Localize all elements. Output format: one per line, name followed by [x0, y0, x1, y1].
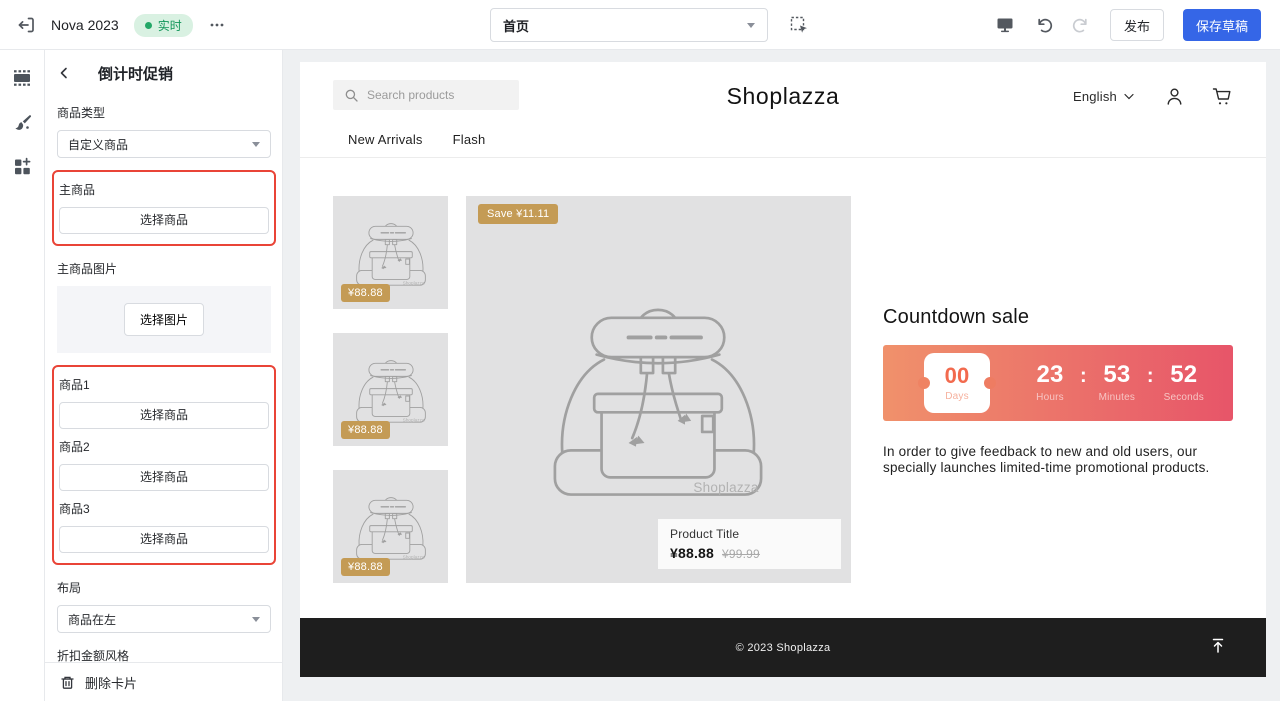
product-type-value: 自定义商品 [68, 136, 128, 153]
language-selector[interactable]: English [1073, 89, 1134, 104]
countdown-days-ticket: 00 Days [924, 353, 990, 413]
trash-icon [60, 675, 75, 690]
caret-down-icon [252, 617, 260, 622]
back-to-top-icon[interactable] [1210, 637, 1226, 659]
countdown-minutes-label: Minutes [1087, 392, 1147, 403]
countdown-heading: Countdown sale [883, 306, 1233, 329]
countdown-sale-section: ¥88.88 ¥88.88 ¥88.88 Save ¥11.11 [300, 158, 1266, 583]
product-thumbnail[interactable]: ¥88.88 [333, 333, 448, 446]
editor-rail [0, 50, 45, 701]
product-thumbnail[interactable]: ¥88.88 [333, 470, 448, 583]
countdown-timer: 23 Hours : 53 Minutes : 52 Secon [1020, 363, 1214, 403]
countdown-seconds-value: 52 [1154, 363, 1214, 387]
exit-editor-icon[interactable] [16, 15, 36, 35]
main-product-highlight: 主商品 选择商品 [52, 170, 276, 246]
countdown-banner: 00 Days 23 Hours : 53 Minutes [883, 345, 1233, 421]
page-selector-value: 首页 [503, 16, 529, 35]
layout-value: 商品在左 [68, 611, 116, 628]
undo-icon[interactable] [1034, 16, 1053, 35]
select-product-2-button[interactable]: 选择商品 [59, 464, 269, 491]
layout-label: 布局 [57, 579, 271, 596]
publish-button[interactable]: 发布 [1110, 9, 1164, 41]
product-3-label: 商品3 [59, 500, 269, 517]
select-image-button[interactable]: 选择图片 [124, 303, 204, 336]
countdown-minutes-value: 53 [1087, 363, 1147, 387]
chevron-down-icon [1124, 93, 1134, 100]
countdown-column: Countdown sale 00 Days 23 Hours : [883, 196, 1233, 583]
sections-icon[interactable] [11, 67, 33, 89]
main-image-label: 主商品图片 [57, 260, 271, 277]
redo-icon[interactable] [1072, 16, 1091, 35]
price-badge: ¥88.88 [341, 284, 390, 302]
countdown-description: In order to give feedback to new and old… [883, 444, 1233, 477]
save-badge: Save ¥11.11 [478, 204, 558, 224]
product-info-card: Product Title ¥88.88 ¥99.99 [658, 519, 841, 569]
copyright-text: © 2023 Shoplazza [736, 642, 831, 654]
countdown-hours-value: 23 [1020, 363, 1080, 387]
price-badge: ¥88.88 [341, 421, 390, 439]
product-thumbnail[interactable]: ¥88.88 [333, 196, 448, 309]
live-status-badge: 实时 [134, 14, 193, 37]
main-product-image[interactable]: Save ¥11.11 Product Title ¥88.88 ¥99.99 [466, 196, 851, 583]
caret-down-icon [747, 23, 755, 28]
backpack-placeholder-image [346, 479, 436, 569]
storefront-header: Shoplazza English [300, 62, 1266, 158]
theme-name: Nova 2023 [51, 17, 119, 33]
store-nav: New Arrivals Flash [348, 132, 485, 147]
layout-select[interactable]: 商品在左 [57, 605, 271, 633]
thumbnail-column: ¥88.88 ¥88.88 ¥88.88 [333, 196, 448, 583]
select-product-1-button[interactable]: 选择商品 [59, 402, 269, 429]
countdown-hours-label: Hours [1020, 392, 1080, 403]
countdown-separator: : [1147, 365, 1154, 388]
panel-title: 倒计时促销 [98, 63, 173, 84]
countdown-seconds-label: Seconds [1154, 392, 1214, 403]
section-settings-panel: 倒计时促销 商品类型 自定义商品 主商品 选择商品 主商品图片 选择图片 商品1… [45, 50, 283, 701]
page-selector[interactable]: 首页 [490, 8, 768, 42]
more-icon[interactable] [208, 16, 226, 34]
countdown-days-label: Days [945, 391, 969, 402]
product-1-label: 商品1 [59, 376, 269, 393]
delete-card-label: 删除卡片 [85, 673, 137, 692]
main-image-picker: 选择图片 [57, 286, 271, 353]
select-main-product-button[interactable]: 选择商品 [59, 207, 269, 234]
product-type-label: 商品类型 [57, 104, 271, 121]
live-dot-icon [145, 22, 152, 29]
nav-new-arrivals[interactable]: New Arrivals [348, 132, 423, 147]
backpack-placeholder-image [523, 254, 793, 524]
language-value: English [1073, 89, 1117, 104]
product-price: ¥88.88 [670, 545, 714, 561]
theme-preview: Shoplazza English [283, 50, 1280, 701]
save-draft-button[interactable]: 保存草稿 [1183, 9, 1261, 41]
add-section-icon[interactable] [12, 156, 33, 177]
price-badge: ¥88.88 [341, 558, 390, 576]
countdown-separator: : [1080, 365, 1087, 388]
editor-topbar: Nova 2023 实时 首页 [0, 0, 1280, 50]
products-highlight: 商品1 选择商品 商品2 选择商品 商品3 选择商品 [52, 365, 276, 565]
countdown-days-value: 00 [945, 365, 970, 387]
storefront-preview: Shoplazza English [300, 62, 1266, 618]
backpack-placeholder-image [346, 342, 436, 432]
storefront-footer: © 2023 Shoplazza [300, 618, 1266, 677]
cart-icon[interactable] [1211, 86, 1233, 107]
product-title: Product Title [670, 527, 829, 541]
product-original-price: ¥99.99 [722, 547, 760, 561]
select-product-3-button[interactable]: 选择商品 [59, 526, 269, 553]
caret-down-icon [252, 142, 260, 147]
nav-flash[interactable]: Flash [453, 132, 486, 147]
product-2-label: 商品2 [59, 438, 269, 455]
theme-style-icon[interactable] [12, 112, 33, 133]
chevron-left-icon[interactable] [57, 66, 71, 80]
main-product-label: 主商品 [59, 181, 269, 198]
product-type-select[interactable]: 自定义商品 [57, 130, 271, 158]
live-badge-label: 实时 [158, 17, 182, 34]
delete-card-button[interactable]: 删除卡片 [45, 662, 282, 701]
backpack-placeholder-image [346, 205, 436, 295]
marquee-select-icon[interactable] [789, 15, 809, 35]
desktop-preview-icon[interactable] [995, 15, 1015, 35]
account-icon[interactable] [1164, 86, 1185, 107]
